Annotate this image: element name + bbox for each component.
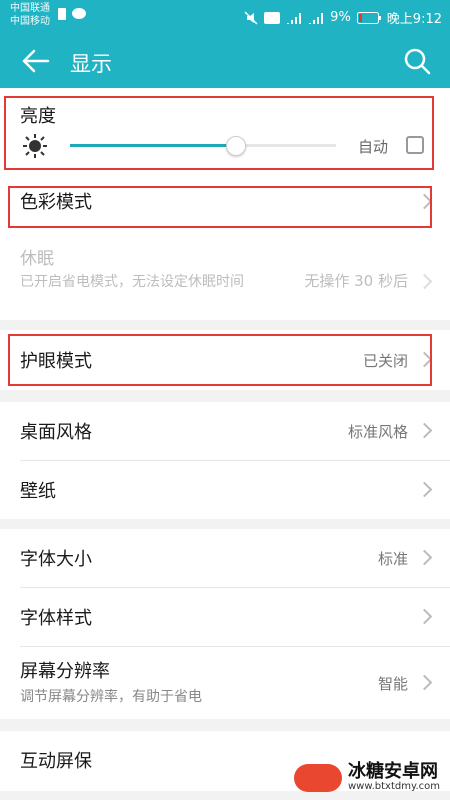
chevron-right-icon — [416, 273, 433, 290]
brightness-slider-thumb[interactable] — [225, 136, 246, 156]
font-style-row[interactable]: 字体样式 — [0, 588, 450, 646]
carrier-2: 中国移动 — [10, 16, 50, 27]
resolution-row[interactable]: 屏幕分辨率 调节屏幕分辨率，有助于省电 智能 — [0, 647, 450, 719]
resolution-value: 智能 — [377, 675, 408, 693]
mute-icon — [244, 10, 258, 25]
eye-mode-row[interactable]: 护眼模式 已关闭 — [0, 330, 450, 390]
watermark-logo-icon — [293, 763, 342, 792]
brightness-sun-icon — [23, 134, 47, 158]
watermark-url: www.btxtdmy.com — [347, 781, 440, 792]
chevron-right-icon — [416, 193, 433, 210]
signal-icon — [287, 12, 302, 24]
auto-label: 自动 — [357, 138, 388, 156]
back-arrow-icon[interactable] — [18, 46, 52, 76]
watermark: 冰糖安卓网 www.btxtdmy.com — [293, 761, 440, 792]
auto-brightness-checkbox[interactable] — [406, 136, 424, 154]
desktop-style-row[interactable]: 桌面风格 标准风格 — [0, 402, 450, 460]
desktop-section: 桌面风格 标准风格 壁纸 — [0, 402, 450, 519]
clock: 晚上9:12 — [386, 12, 442, 27]
search-icon[interactable] — [402, 46, 432, 76]
color-mode-label: 色彩模式 — [20, 192, 92, 213]
carrier-info: 中国联通 中国移动 — [10, 2, 50, 28]
color-mode-row[interactable]: 色彩模式 — [0, 176, 450, 228]
eye-mode-label: 护眼模式 — [20, 351, 92, 372]
eye-mode-value: 已关闭 — [362, 352, 408, 370]
section-gap — [0, 719, 450, 731]
desktop-style-label: 桌面风格 — [20, 422, 92, 443]
screensaver-label: 互动屏保 — [20, 751, 92, 772]
hd-icon — [264, 11, 281, 24]
resolution-label: 屏幕分辨率 — [20, 661, 110, 682]
sleep-label: 休眠 — [20, 249, 54, 269]
message-icon — [72, 8, 86, 19]
font-style-label: 字体样式 — [20, 608, 92, 629]
sleep-row: 休眠 已开启省电模式，无法设定休眠时间 无操作 30 秒后 — [0, 234, 450, 320]
section-gap — [0, 320, 450, 330]
resolution-subtitle: 调节屏幕分辨率，有助于省电 — [20, 689, 202, 705]
brightness-row: 亮度 — [0, 88, 450, 172]
battery-icon — [356, 11, 381, 24]
brightness-label: 亮度 — [20, 106, 56, 127]
sim-icon — [58, 8, 66, 20]
notification-icons — [58, 8, 86, 20]
sleep-value: 无操作 30 秒后 — [304, 272, 408, 290]
chevron-right-icon — [416, 608, 433, 625]
chevron-right-icon — [416, 549, 433, 566]
signal-icon-2 — [309, 12, 324, 24]
font-size-row[interactable]: 字体大小 标准 — [0, 529, 450, 587]
carrier-1: 中国联通 — [10, 3, 50, 14]
watermark-name: 冰糖安卓网 — [347, 761, 438, 782]
battery-percent: 9% — [330, 10, 351, 25]
brightness-slider-fill — [70, 144, 235, 147]
status-right: 9% 晚上9:12 — [244, 8, 442, 27]
chevron-right-icon — [416, 481, 433, 498]
font-size-label: 字体大小 — [20, 549, 92, 570]
brightness-slider[interactable] — [70, 136, 336, 156]
wallpaper-label: 壁纸 — [20, 481, 56, 502]
wallpaper-row[interactable]: 壁纸 — [0, 461, 450, 519]
app-bar: 显示 — [0, 34, 450, 88]
section-gap — [0, 519, 450, 529]
section-gap — [0, 390, 450, 402]
display-section: 亮度 自动 色彩模式 休眠 已开启省电模式，无法设定休眠时间 无操作 30 秒后 — [0, 88, 450, 320]
status-bar: 中国联通 中国移动 9% 晚上9:12 — [0, 0, 450, 34]
chevron-right-icon — [416, 422, 433, 439]
desktop-style-value: 标准风格 — [347, 423, 408, 441]
chevron-right-icon — [416, 674, 433, 691]
font-section: 字体大小 标准 字体样式 屏幕分辨率 调节屏幕分辨率，有助于省电 智能 — [0, 529, 450, 719]
page-title: 显示 — [70, 52, 112, 76]
font-size-value: 标准 — [377, 550, 408, 568]
sleep-subtitle: 已开启省电模式，无法设定休眠时间 — [20, 274, 244, 290]
chevron-right-icon — [416, 351, 433, 368]
